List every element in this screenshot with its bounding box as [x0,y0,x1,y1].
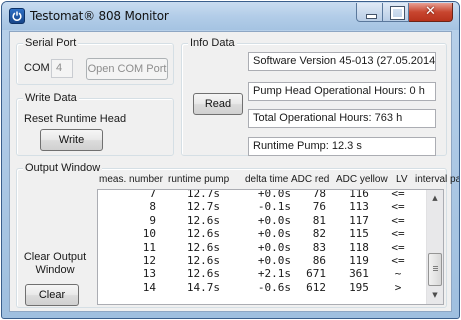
serial-port-group-label: Serial Port [23,36,79,50]
scroll-thumb[interactable] [428,253,442,286]
scroll-down-icon[interactable]: ▼ [427,287,443,304]
output-cell: 13 [142,267,156,281]
output-cell: 12 [142,253,156,267]
output-column-headers: meas. number runtime pump delta time ADC… [96,174,459,188]
output-cell: 195 [349,280,369,294]
output-cell: 83 [312,240,326,254]
output-row: 712.7s+0.0s78116<=5min. [98,189,443,200]
window-controls: ✕ [356,3,453,22]
output-cell: 78 [312,189,326,200]
software-version-field: Software Version 45-013 (27.05.2014) [248,52,436,71]
output-cell: 117 [349,213,369,227]
column-header: delta time [245,174,289,185]
output-cell: 12.6s [186,267,220,281]
clear-button[interactable]: Clear [25,284,79,306]
output-cell: 113 [349,200,369,214]
output-cell: 361 [349,267,369,281]
output-cell: 11 [142,240,156,254]
output-cell: 116 [349,189,369,200]
power-icon [9,8,25,24]
output-cell: 14 [142,280,156,294]
vertical-scrollbar[interactable]: ▲ ▼ [426,190,443,304]
column-header: meas. number [99,174,163,185]
column-header: ADC red [291,174,330,185]
output-cell: 118 [349,240,369,254]
reset-runtime-head-label: Reset Runtime Head [24,113,127,125]
info-data-group-label: Info Data [188,36,237,50]
output-row: 1112.6s+0.0s83118<=5min. [98,240,443,254]
output-row: 912.6s+0.0s81117<=5min. [98,213,443,227]
pump-head-hours-field: Pump Head Operational Hours: 0 h [248,82,436,101]
column-header: runtime pump [168,174,230,185]
output-cell: 671 [306,267,326,281]
output-cell: 12.6s [186,213,220,227]
open-com-port-button[interactable]: Open COM Port [86,58,168,80]
output-cell: 12.6s [186,253,220,267]
output-cell: 86 [312,253,326,267]
output-cell: -0.1s [257,200,291,214]
output-cell: 12.6s [186,227,220,241]
clear-output-window-label: Clear Output Window [23,251,87,276]
output-row: 1012.6s+0.0s82115<=5min. [98,227,443,241]
output-textbox[interactable]: 712.7s+0.0s78116<=5min.812.7s-0.1s76113<… [97,189,444,305]
output-cell: +0.0s [257,227,291,241]
maximize-button[interactable] [383,3,409,22]
output-row: 1414.7s-0.6s612195>5min. [98,280,443,294]
output-cell: 12.6s [186,240,220,254]
output-cell: +0.0s [257,213,291,227]
title-bar[interactable]: Testomat® 808 Monitor ✕ [2,2,459,30]
app-window: Testomat® 808 Monitor ✕ Serial Port COM … [1,1,460,319]
output-cell: 612 [306,280,326,294]
scroll-up-icon[interactable]: ▲ [427,190,443,207]
output-rows: 712.7s+0.0s78116<=5min.812.7s-0.1s76113<… [98,189,443,294]
output-cell: -0.6s [257,280,291,294]
output-cell: +0.0s [257,253,291,267]
output-cell: 119 [349,253,369,267]
output-cell: 7 [149,189,156,200]
client-area: Serial Port COM 4 Open COM Port Write Da… [9,31,459,312]
window-title: Testomat® 808 Monitor [30,9,169,23]
output-cell: 12.7s [186,189,220,200]
close-icon: ✕ [425,4,436,19]
output-cell: 82 [312,227,326,241]
minimize-button[interactable] [356,3,383,22]
runtime-pump-field: Runtime Pump: 12.3 s [248,137,436,156]
output-row: 1312.6s+2.1s671361~0min. [98,267,443,281]
output-row: 1212.6s+0.0s86119<=5min. [98,253,443,267]
com-label: COM [24,62,50,74]
output-window-group-label: Output Window [23,161,103,175]
output-row: 812.7s-0.1s76113<=5min. [98,200,443,214]
write-button[interactable]: Write [40,129,103,151]
output-cell: 115 [349,227,369,241]
output-cell: 8 [149,200,156,214]
output-cell: 81 [312,213,326,227]
output-cell: 10 [142,227,156,241]
column-header: ADC yellow [336,174,388,185]
output-cell: 76 [312,200,326,214]
com-port-input[interactable]: 4 [51,59,73,78]
read-button[interactable]: Read [193,93,243,115]
column-header: interval pause [415,174,459,185]
write-data-group-label: Write Data [23,91,79,105]
column-header: LV [396,174,408,185]
output-cell: 14.7s [186,280,220,294]
output-cell: +0.0s [257,189,291,200]
output-cell: 9 [149,213,156,227]
output-cell: +2.1s [257,267,291,281]
close-button[interactable]: ✕ [409,3,453,22]
output-cell: 12.7s [186,200,220,214]
output-cell: +0.0s [257,240,291,254]
total-hours-field: Total Operational Hours: 763 h [248,109,436,128]
